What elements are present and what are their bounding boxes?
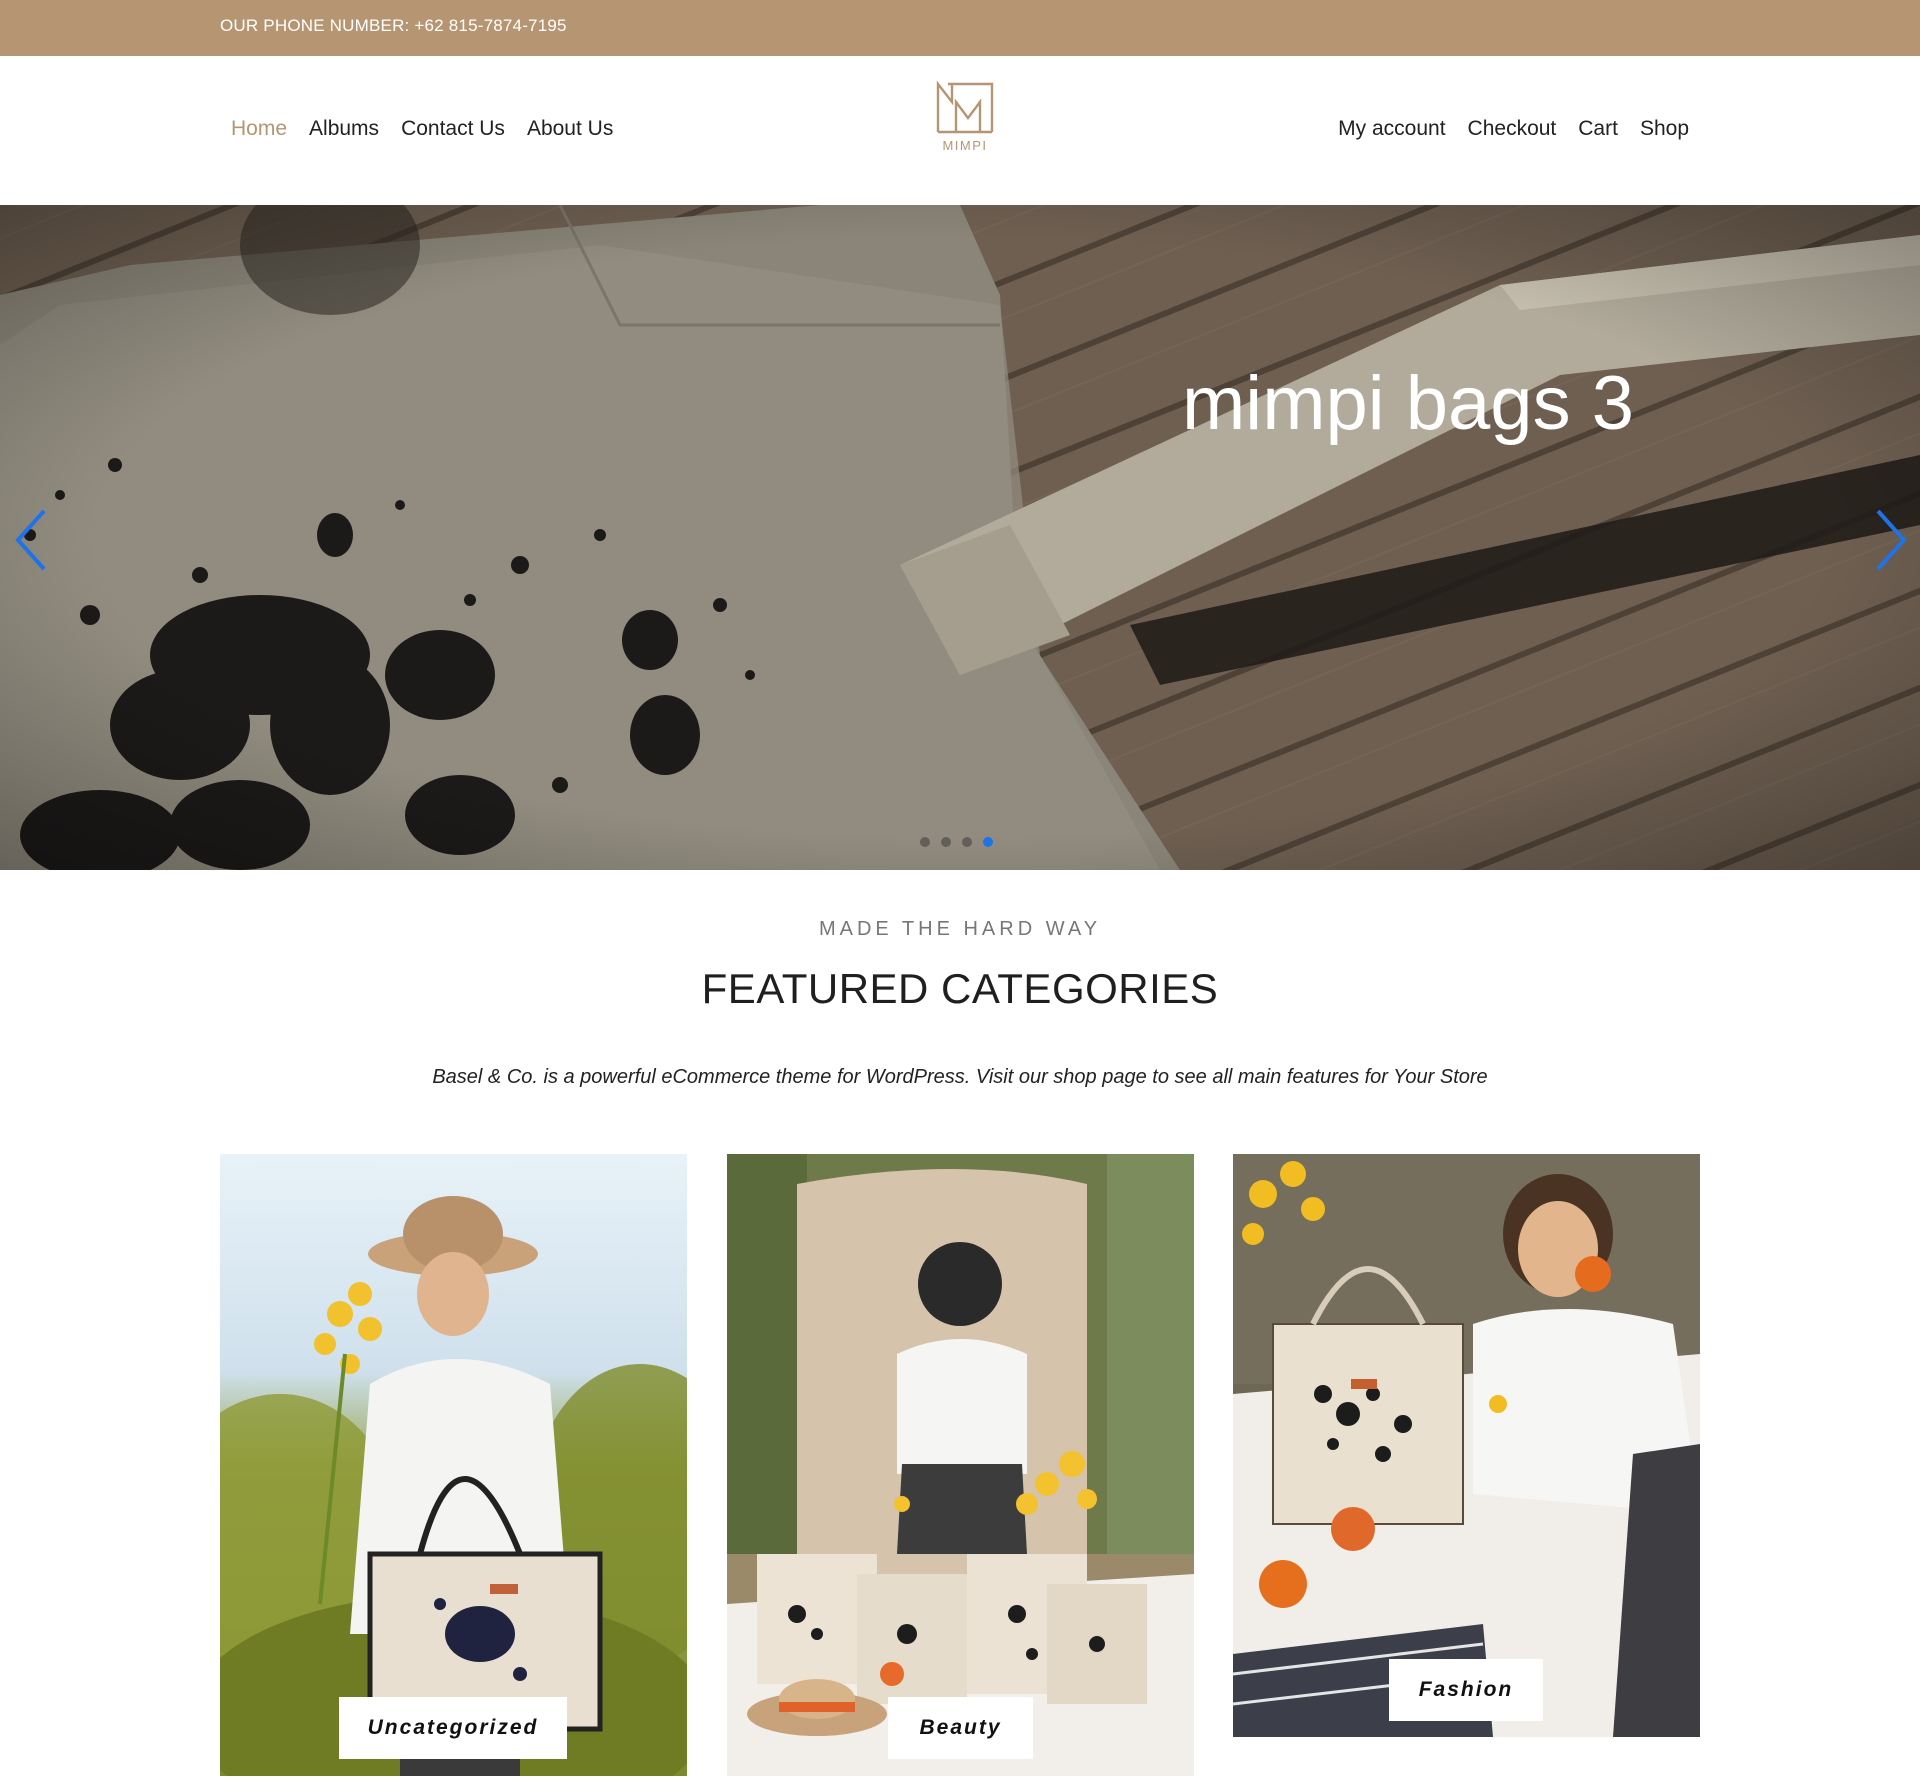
mimpi-logo-icon: [936, 80, 994, 134]
slider-dot-3[interactable]: [962, 837, 972, 847]
hero-slider: mimpi bags 3: [0, 205, 1920, 870]
section-description: Basel & Co. is a powerful eCommerce them…: [432, 1066, 1488, 1088]
slider-dot-2[interactable]: [941, 837, 951, 847]
primary-nav-left: Home Albums Contact Us About Us: [231, 117, 613, 141]
nav-albums[interactable]: Albums: [309, 117, 379, 141]
category-label-uncategorized[interactable]: Uncategorized: [339, 1697, 567, 1759]
phone-number: OUR PHONE NUMBER: +62 815-7874-7195: [220, 16, 567, 35]
nav-checkout[interactable]: Checkout: [1468, 117, 1557, 141]
category-card-beauty[interactable]: Beauty: [727, 1154, 1194, 1776]
slider-next-button[interactable]: [1870, 505, 1910, 575]
nav-home[interactable]: Home: [231, 117, 287, 141]
nav-about-us[interactable]: About Us: [527, 117, 613, 141]
category-label-beauty[interactable]: Beauty: [888, 1697, 1033, 1759]
top-bar: OUR PHONE NUMBER: +62 815-7874-7195: [0, 0, 1920, 56]
category-card-fashion[interactable]: Fashion: [1233, 1154, 1700, 1737]
nav-cart[interactable]: Cart: [1578, 117, 1618, 141]
nav-contact-us[interactable]: Contact Us: [401, 117, 505, 141]
section-title: FEATURED CATEGORIES: [701, 965, 1219, 1012]
category-image-beauty: [727, 1154, 1194, 1776]
category-image-uncategorized: [220, 1154, 687, 1776]
primary-nav-right: My account Checkout Cart Shop: [1338, 117, 1689, 141]
logo-text: MIMPI: [942, 138, 988, 153]
slider-dot-4[interactable]: [983, 837, 993, 847]
section-eyebrow: MADE THE HARD WAY: [818, 918, 1102, 940]
chevron-right-icon: [1876, 509, 1907, 571]
slider-prev-button[interactable]: [12, 505, 52, 575]
slider-dot-1[interactable]: [920, 837, 930, 847]
site-logo[interactable]: MIMPI: [930, 78, 1000, 168]
nav-shop[interactable]: Shop: [1640, 117, 1689, 141]
chevron-left-icon: [15, 509, 46, 571]
category-image-fashion: [1233, 1154, 1700, 1737]
site-header: Home Albums Contact Us About Us MIMPI My…: [0, 56, 1920, 205]
category-card-uncategorized[interactable]: Uncategorized: [220, 1154, 687, 1776]
slider-pagination: [920, 837, 993, 847]
hero-slide-title: mimpi bags 3: [1182, 361, 1634, 446]
nav-my-account[interactable]: My account: [1338, 117, 1445, 141]
hero-slide-image: [0, 205, 1920, 870]
category-label-fashion[interactable]: Fashion: [1389, 1659, 1543, 1721]
